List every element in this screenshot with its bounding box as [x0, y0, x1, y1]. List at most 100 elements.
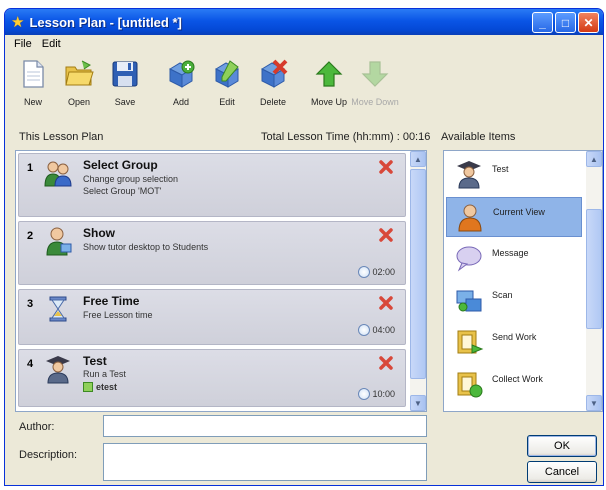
ok-button[interactable]: OK [527, 435, 597, 457]
window-title: Lesson Plan - [untitled *] [29, 14, 182, 30]
plan-item-select-group[interactable]: 1 Select Group Change group selection Se… [18, 153, 406, 217]
item-title: Show [83, 226, 115, 240]
scroll-up-button[interactable]: ▲ [410, 151, 426, 167]
clock-icon [358, 388, 371, 400]
delete-icon[interactable] [379, 356, 393, 370]
scroll-down-button[interactable]: ▼ [410, 395, 426, 411]
delete-item-icon [260, 59, 288, 88]
available-item-label: Test [492, 164, 509, 174]
maximize-button[interactable]: □ [555, 12, 576, 33]
minimize-button[interactable]: _ [532, 12, 553, 33]
item-description: Show tutor desktop to Students [83, 242, 209, 252]
show-tutor-icon [46, 227, 72, 256]
author-field[interactable] [103, 415, 427, 437]
item-number: 4 [27, 358, 34, 370]
available-item-message[interactable]: Message [446, 239, 582, 279]
hourglass-icon [49, 296, 67, 322]
test-graduate-icon [46, 356, 70, 384]
add-button[interactable]: Add [159, 55, 203, 107]
item-time: 02:00 [372, 267, 395, 277]
test-file-name: etest [96, 382, 118, 392]
edit-label: Edit [219, 97, 235, 107]
item-description: Run a Test [83, 369, 126, 379]
open-label: Open [67, 97, 91, 107]
test-graduate-icon [457, 161, 481, 189]
move-down-button[interactable]: Move Down [351, 55, 399, 107]
plan-item-test[interactable]: 4 Test Run a Test etest 10:00 [18, 349, 406, 407]
edit-button[interactable]: Edit [205, 55, 249, 107]
send-work-icon [457, 330, 484, 354]
title-bar[interactable]: ★ Lesson Plan - [untitled *] _ □ ✕ [5, 9, 603, 35]
available-item-test[interactable]: Test [446, 155, 582, 195]
open-folder-icon [65, 60, 94, 86]
scroll-down-button[interactable]: ▼ [586, 395, 602, 411]
available-item-label: Send Work [492, 332, 537, 342]
new-button[interactable]: New [11, 55, 55, 107]
item-title: Test [83, 354, 107, 368]
save-button[interactable]: Save [103, 55, 147, 107]
plan-scrollbar[interactable]: ▲ ▼ [410, 151, 426, 411]
clock-icon [358, 324, 371, 336]
item-duration: 10:00 [358, 388, 395, 400]
clock-icon [358, 266, 371, 278]
item-title: Select Group [83, 158, 158, 172]
item-number: 3 [27, 298, 34, 310]
message-bubble-icon [456, 246, 482, 272]
available-item-send-work[interactable]: Send Work [446, 323, 582, 363]
available-item-label: Scan [492, 290, 513, 300]
toolbar: New Open Save Add Edit Delete Move Up Mo… [5, 55, 603, 117]
delete-icon[interactable] [379, 160, 393, 174]
author-label: Author: [19, 421, 55, 433]
scroll-thumb[interactable] [410, 169, 426, 379]
item-number: 2 [27, 230, 34, 242]
delete-button[interactable]: Delete [251, 55, 295, 107]
item-time: 10:00 [372, 389, 395, 399]
available-item-scan[interactable]: Scan [446, 281, 582, 321]
lesson-plan-list: 1 Select Group Change group selection Se… [15, 150, 427, 412]
item-time: 04:00 [372, 325, 395, 335]
add-label: Add [172, 97, 189, 107]
available-items-label: Available Items [441, 131, 516, 143]
item-description: Free Lesson time [83, 310, 153, 320]
description-field[interactable] [103, 443, 427, 481]
scroll-thumb[interactable] [586, 209, 602, 329]
available-scrollbar[interactable]: ▲ ▼ [586, 151, 602, 411]
group-icon [44, 161, 72, 187]
delete-label: Delete [259, 97, 286, 107]
close-button[interactable]: ✕ [578, 12, 599, 33]
menu-bar: File Edit [5, 35, 603, 53]
save-label: Save [114, 97, 136, 107]
item-duration: 02:00 [358, 266, 395, 278]
move-up-icon [315, 61, 343, 87]
scan-icon [456, 290, 482, 312]
available-item-collect-work[interactable]: Collect Work [446, 365, 582, 405]
edit-item-icon [214, 60, 240, 88]
new-label: New [23, 97, 42, 107]
scroll-up-button[interactable]: ▲ [586, 151, 602, 167]
delete-icon[interactable] [379, 296, 393, 310]
item-duration: 04:00 [358, 324, 395, 336]
plan-item-show[interactable]: 2 Show Show tutor desktop to Students 02… [18, 221, 406, 285]
total-lesson-time: Total Lesson Time (hh:mm) : 00:16 [261, 131, 431, 143]
move-down-icon [361, 61, 389, 87]
test-file-icon [83, 382, 93, 392]
collect-work-icon [457, 372, 483, 398]
menu-edit[interactable]: Edit [37, 38, 66, 50]
available-item-label: Current View [493, 207, 545, 217]
add-item-icon [168, 60, 195, 88]
lesson-plan-label: This Lesson Plan [19, 131, 104, 143]
window-controls: _ □ ✕ [532, 12, 599, 33]
current-view-icon [458, 204, 482, 232]
open-button[interactable]: Open [57, 55, 101, 107]
menu-file[interactable]: File [9, 38, 37, 50]
plan-item-free-time[interactable]: 3 Free Time Free Lesson time 04:00 [18, 289, 406, 345]
available-item-label: Collect Work [492, 374, 543, 384]
description-label: Description: [19, 449, 78, 461]
item-title: Free Time [83, 294, 140, 308]
delete-icon[interactable] [379, 228, 393, 242]
move-up-button[interactable]: Move Up [307, 55, 351, 107]
lesson-plan-window: ★ Lesson Plan - [untitled *] _ □ ✕ File … [4, 8, 604, 486]
cancel-button[interactable]: Cancel [527, 461, 597, 483]
available-item-current-view[interactable]: Current View [446, 197, 582, 237]
new-document-icon [23, 60, 44, 88]
